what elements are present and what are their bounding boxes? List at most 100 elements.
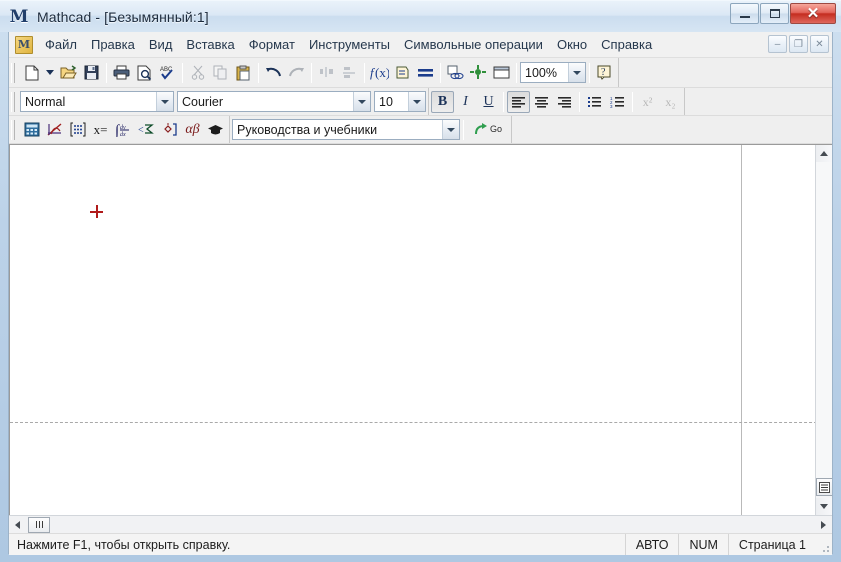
- window-controls: ✕: [729, 3, 836, 24]
- status-num: NUM: [679, 534, 729, 555]
- underline-button[interactable]: U: [477, 91, 500, 113]
- toolbar-grip[interactable]: [11, 62, 15, 83]
- font-size-combo[interactable]: 10: [374, 91, 426, 112]
- scroll-left-arrow[interactable]: [9, 516, 26, 533]
- menu-view[interactable]: Вид: [142, 34, 180, 55]
- document-canvas[interactable]: [9, 144, 832, 515]
- insert-function-button[interactable]: f (x): [368, 62, 391, 84]
- matrix-palette-button[interactable]: [66, 119, 89, 141]
- vertical-scroll-track[interactable]: [815, 162, 832, 478]
- menu-window[interactable]: Окно: [550, 34, 594, 55]
- new-document-button[interactable]: [20, 62, 43, 84]
- align-right-button[interactable]: [553, 91, 576, 113]
- go-label: Go: [489, 124, 502, 134]
- toolbar-separator: [632, 91, 633, 112]
- calculator-palette-button[interactable]: [20, 119, 43, 141]
- zoom-combo[interactable]: 100%: [520, 62, 586, 83]
- go-button[interactable]: Go: [467, 119, 509, 141]
- insert-unit-button[interactable]: [391, 62, 414, 84]
- new-dropdown-button[interactable]: [43, 62, 57, 84]
- style-combo[interactable]: Normal: [20, 91, 174, 112]
- menu-bar: M Файл Правка Вид Вставка Формат Инструм…: [9, 32, 832, 58]
- align-center-button[interactable]: [530, 91, 553, 113]
- toolbar-grip[interactable]: [11, 119, 15, 140]
- document-icon[interactable]: M: [15, 35, 33, 54]
- programming-palette-button[interactable]: [158, 119, 181, 141]
- mdi-close-button[interactable]: ✕: [810, 35, 829, 53]
- zoom-dropdown-arrow[interactable]: [568, 63, 585, 82]
- italic-button[interactable]: I: [454, 91, 477, 113]
- insert-component-button[interactable]: [467, 62, 490, 84]
- horizontal-scrollbar[interactable]: [9, 515, 832, 533]
- graph-palette-button[interactable]: [43, 119, 66, 141]
- print-preview-button[interactable]: [133, 62, 156, 84]
- greek-palette-button[interactable]: αβ: [181, 119, 204, 141]
- copy-button[interactable]: [209, 62, 232, 84]
- paste-button[interactable]: [232, 62, 255, 84]
- vertical-scrollbar[interactable]: [815, 145, 832, 515]
- minimize-button[interactable]: [730, 3, 759, 24]
- bulleted-list-button[interactable]: [583, 91, 606, 113]
- insert-hyperlink-button[interactable]: [444, 62, 467, 84]
- standard-toolbar: ABC f (x) 100% ?: [9, 58, 832, 88]
- scroll-up-arrow[interactable]: [815, 145, 832, 162]
- menu-help[interactable]: Справка: [594, 34, 659, 55]
- numbered-list-button[interactable]: 123: [606, 91, 629, 113]
- help-button[interactable]: ?: [593, 62, 616, 84]
- text-style-strip: B I U 123 x² x₂: [429, 88, 685, 115]
- menu-tools[interactable]: Инструменты: [302, 34, 397, 55]
- align-down-button[interactable]: [338, 62, 361, 84]
- document-crosshair-cursor: [90, 205, 103, 218]
- align-left-button[interactable]: [507, 90, 530, 113]
- status-message: Нажмите F1, чтобы открыть справку.: [9, 534, 626, 555]
- superscript-button[interactable]: x²: [636, 91, 659, 113]
- toolbar-separator: [311, 62, 312, 83]
- maximize-button[interactable]: [760, 3, 789, 24]
- resize-grip[interactable]: [816, 534, 832, 555]
- cut-button[interactable]: [186, 62, 209, 84]
- math-toolbar: x= ∫ dy dx < αβ Руководства и учебники G…: [9, 116, 832, 144]
- redo-button[interactable]: [285, 62, 308, 84]
- subscript-button[interactable]: x₂: [659, 91, 682, 113]
- resource-dropdown-arrow[interactable]: [442, 120, 459, 139]
- open-file-button[interactable]: [57, 62, 80, 84]
- font-value: Courier: [182, 94, 223, 109]
- calculus-palette-button[interactable]: ∫ dy dx: [112, 119, 135, 141]
- calculate-button[interactable]: [414, 62, 437, 84]
- menu-insert[interactable]: Вставка: [179, 34, 241, 55]
- align-across-button[interactable]: [315, 62, 338, 84]
- bold-button[interactable]: B: [431, 90, 454, 113]
- font-combo[interactable]: Courier: [177, 91, 371, 112]
- mdi-minimize-button[interactable]: –: [768, 35, 787, 53]
- spell-check-button[interactable]: ABC: [156, 62, 179, 84]
- evaluation-palette-button[interactable]: x=: [89, 119, 112, 141]
- toolbar-grip[interactable]: [11, 91, 15, 112]
- mdi-restore-button[interactable]: ❐: [789, 35, 808, 53]
- scroll-right-arrow[interactable]: [815, 516, 832, 533]
- save-file-button[interactable]: [80, 62, 103, 84]
- style-dropdown-arrow[interactable]: [156, 92, 173, 111]
- svg-text:(x): (x): [375, 65, 389, 80]
- toolbar-separator: [503, 91, 504, 112]
- close-button[interactable]: ✕: [790, 3, 836, 24]
- scroll-down-arrow[interactable]: [815, 498, 832, 515]
- font-size-dropdown-arrow[interactable]: [408, 92, 425, 111]
- resource-combo[interactable]: Руководства и учебники: [232, 119, 460, 140]
- formatting-toolbar-strip: Normal Courier 10: [18, 88, 429, 115]
- print-button[interactable]: [110, 62, 133, 84]
- menu-edit[interactable]: Правка: [84, 34, 142, 55]
- insert-area-button[interactable]: [490, 62, 513, 84]
- horizontal-scroll-thumb[interactable]: [28, 516, 50, 533]
- menu-symbolics[interactable]: Символьные операции: [397, 34, 550, 55]
- menu-format[interactable]: Формат: [242, 34, 302, 55]
- window-title: Mathcad - [Безымянный:1]: [37, 8, 209, 25]
- font-dropdown-arrow[interactable]: [353, 92, 370, 111]
- page-view-button[interactable]: [815, 478, 832, 496]
- resource-strip: Руководства и учебники Go: [230, 116, 512, 143]
- boolean-palette-button[interactable]: <: [135, 119, 158, 141]
- mathcad-logo-icon: M: [9, 6, 29, 27]
- minimize-icon: [739, 15, 750, 18]
- symbolic-palette-button[interactable]: [204, 119, 227, 141]
- undo-button[interactable]: [262, 62, 285, 84]
- menu-file[interactable]: Файл: [38, 34, 84, 55]
